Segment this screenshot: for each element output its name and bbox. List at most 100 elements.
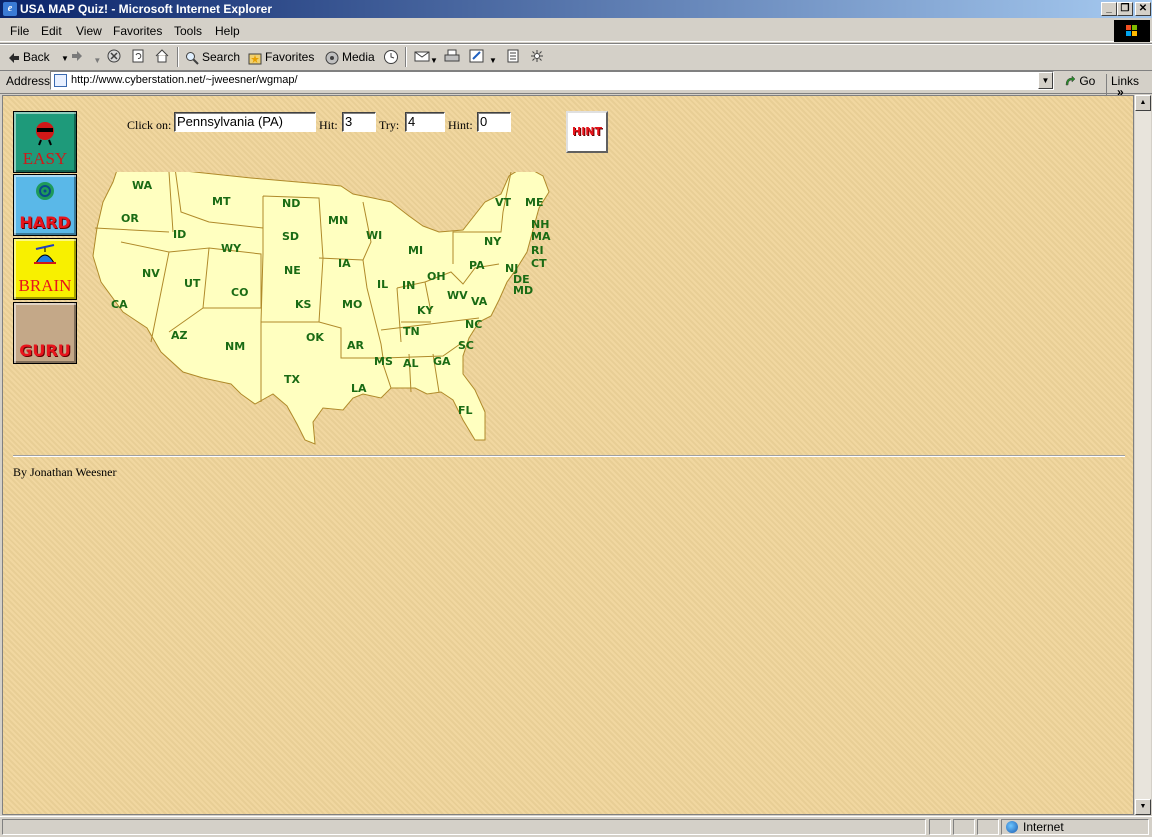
minimize-button[interactable]: _ bbox=[1101, 2, 1117, 16]
home-button[interactable] bbox=[154, 49, 170, 65]
state-id[interactable]: ID bbox=[173, 228, 186, 241]
ie-app-icon[interactable]: e bbox=[3, 2, 17, 16]
go-button[interactable]: Go bbox=[1064, 74, 1095, 88]
state-va[interactable]: VA bbox=[471, 295, 487, 308]
easy-level-button[interactable]: EASY bbox=[13, 111, 77, 173]
refresh-icon bbox=[132, 49, 144, 63]
menu-edit[interactable]: Edit bbox=[41, 24, 62, 38]
target-state-field[interactable]: Pennsylvania (PA) bbox=[174, 112, 316, 132]
state-sd[interactable]: SD bbox=[282, 230, 299, 243]
state-nm[interactable]: NM bbox=[225, 340, 245, 353]
state-in[interactable]: IN bbox=[402, 279, 415, 292]
state-ma[interactable]: MA bbox=[531, 230, 550, 243]
state-wy[interactable]: WY bbox=[221, 242, 241, 255]
search-button[interactable]: Search bbox=[185, 49, 240, 65]
state-il[interactable]: IL bbox=[377, 278, 388, 291]
discuss-button[interactable] bbox=[506, 49, 520, 65]
mail-button[interactable]: ▼ bbox=[414, 49, 438, 65]
favorites-button[interactable]: Favorites bbox=[248, 49, 314, 65]
state-wi[interactable]: WI bbox=[366, 229, 382, 242]
go-arrow-icon bbox=[1065, 75, 1076, 86]
state-pa[interactable]: PA bbox=[469, 259, 485, 272]
state-al[interactable]: AL bbox=[403, 357, 419, 370]
state-tx[interactable]: TX bbox=[284, 373, 300, 386]
windows-logo bbox=[1114, 20, 1150, 42]
state-or[interactable]: OR bbox=[121, 212, 139, 225]
state-nc[interactable]: NC bbox=[465, 318, 482, 331]
scroll-up-icon[interactable]: ▲ bbox=[1135, 95, 1151, 111]
state-me[interactable]: ME bbox=[525, 196, 543, 209]
state-sc[interactable]: SC bbox=[458, 339, 474, 352]
back-dropdown-icon[interactable]: ▼ bbox=[61, 54, 69, 63]
media-button[interactable]: Media bbox=[325, 49, 375, 65]
state-mt[interactable]: MT bbox=[212, 195, 230, 208]
state-ar[interactable]: AR bbox=[347, 339, 364, 352]
address-label: Address bbox=[6, 74, 51, 88]
state-fl[interactable]: FL bbox=[458, 404, 473, 417]
state-wv[interactable]: WV bbox=[447, 289, 468, 302]
state-mi[interactable]: MI bbox=[408, 244, 423, 257]
state-co[interactable]: CO bbox=[231, 286, 248, 299]
menu-favorites[interactable]: Favorites bbox=[113, 24, 162, 38]
scroll-down-icon[interactable]: ▼ bbox=[1135, 799, 1151, 815]
state-ct[interactable]: CT bbox=[531, 257, 547, 270]
state-la[interactable]: LA bbox=[351, 382, 367, 395]
address-dropdown-icon[interactable]: ▼ bbox=[1038, 72, 1053, 89]
hint-count-field[interactable]: 0 bbox=[477, 112, 511, 132]
print-button[interactable] bbox=[444, 49, 460, 65]
easy-mascot-icon bbox=[14, 116, 76, 152]
state-ky[interactable]: KY bbox=[417, 304, 434, 317]
state-md[interactable]: MD bbox=[513, 284, 533, 297]
hint-button[interactable]: HINT bbox=[566, 111, 608, 153]
state-ut[interactable]: UT bbox=[184, 277, 200, 290]
state-oh[interactable]: OH bbox=[427, 270, 446, 283]
back-button[interactable]: Back ▼ bbox=[8, 49, 69, 65]
try-count-field[interactable]: 4 bbox=[405, 112, 445, 132]
state-nv[interactable]: NV bbox=[142, 267, 160, 280]
forward-dropdown-icon[interactable]: ▼ bbox=[93, 56, 101, 65]
state-ks[interactable]: KS bbox=[295, 298, 311, 311]
brain-level-button[interactable]: BRAIN bbox=[13, 238, 77, 300]
guru-level-button[interactable]: GURU bbox=[13, 302, 77, 364]
state-vt[interactable]: VT bbox=[495, 196, 511, 209]
state-ri[interactable]: RI bbox=[531, 244, 544, 257]
state-mn[interactable]: MN bbox=[328, 214, 348, 227]
hit-count-field[interactable]: 3 bbox=[342, 112, 376, 132]
address-input[interactable]: http://www.cyberstation.net/~jweesner/wg… bbox=[50, 71, 1054, 90]
state-az[interactable]: AZ bbox=[171, 329, 188, 342]
menu-tools[interactable]: Tools bbox=[174, 24, 202, 38]
window-title: USA MAP Quiz! - Microsoft Internet Explo… bbox=[20, 2, 273, 16]
edit-dropdown-icon[interactable]: ▼ bbox=[489, 56, 497, 65]
state-ia[interactable]: IA bbox=[338, 257, 351, 270]
usa-map[interactable]: WA OR CA ID NV MT WY UT AZ CO NM ND SD N… bbox=[91, 172, 551, 452]
state-ga[interactable]: GA bbox=[433, 355, 451, 368]
hit-label: Hit: bbox=[319, 118, 338, 132]
state-ny[interactable]: NY bbox=[484, 235, 501, 248]
state-ms[interactable]: MS bbox=[374, 355, 393, 368]
vertical-scrollbar[interactable]: ▲ ▼ bbox=[1134, 95, 1151, 815]
standard-toolbar: Back ▼ ▼ Search Favorites Media ▼ ▼ bbox=[0, 43, 1152, 71]
security-zone: Internet bbox=[1001, 819, 1149, 835]
messenger-button[interactable] bbox=[530, 49, 544, 65]
close-button[interactable]: ✕ bbox=[1135, 2, 1151, 16]
edit-button[interactable]: ▼ bbox=[469, 49, 497, 65]
mail-dropdown-icon[interactable]: ▼ bbox=[430, 56, 438, 65]
state-nd[interactable]: ND bbox=[282, 197, 300, 210]
refresh-button[interactable] bbox=[131, 49, 145, 65]
state-mo[interactable]: MO bbox=[342, 298, 362, 311]
brain-label: BRAIN bbox=[18, 276, 72, 295]
menu-help[interactable]: Help bbox=[215, 24, 240, 38]
toolbar-separator bbox=[177, 47, 179, 67]
menu-view[interactable]: View bbox=[76, 24, 102, 38]
state-ca[interactable]: CA bbox=[111, 298, 128, 311]
stop-button[interactable] bbox=[107, 49, 121, 65]
state-wa[interactable]: WA bbox=[132, 179, 152, 192]
history-button[interactable] bbox=[383, 49, 399, 65]
hard-level-button[interactable]: HARD bbox=[13, 174, 77, 236]
state-ok[interactable]: OK bbox=[306, 331, 324, 344]
forward-button[interactable]: ▼ bbox=[70, 49, 101, 65]
state-tn[interactable]: TN bbox=[403, 325, 420, 338]
state-ne[interactable]: NE bbox=[284, 264, 301, 277]
restore-button[interactable]: ❐ bbox=[1117, 2, 1133, 16]
menu-file[interactable]: File bbox=[10, 24, 29, 38]
